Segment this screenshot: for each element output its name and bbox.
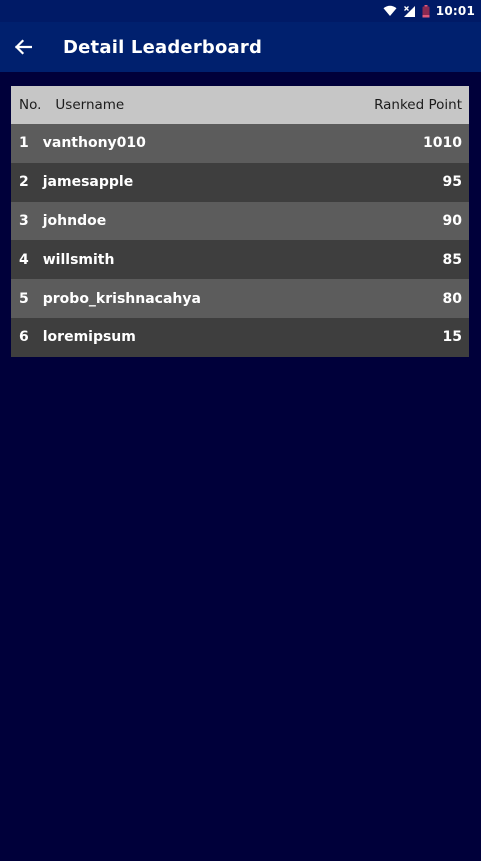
battery-icon [422,4,430,17]
row-username: loremipsum [42,329,136,346]
row-rank: 5 [19,290,29,307]
status-bar: 10:01 [0,0,481,22]
back-button[interactable] [1,25,45,69]
row-rank: 6 [19,329,29,346]
wifi-icon [383,5,397,16]
row-rank: 3 [19,212,29,229]
table-row[interactable]: 2 jamesapple 95 [11,162,469,202]
row-rank: 4 [19,251,29,268]
table-row[interactable]: 1 vanthony010 1010 [11,124,469,163]
table-row[interactable]: 6 loremipsum 15 [11,317,469,357]
signal-no-data-icon [403,5,415,17]
row-points: 85 [442,251,462,268]
row-username: probo_krishnacahya [42,290,201,307]
leaderboard-table: No. Username Ranked Point 1 vanthony010 … [11,86,469,357]
row-points: 95 [442,174,462,191]
row-points: 1010 [423,135,462,152]
row-username: vanthony010 [42,135,146,152]
arrow-left-icon [14,39,32,55]
table-row[interactable]: 3 johndoe 90 [11,201,469,241]
row-rank: 2 [19,174,29,191]
header-no: No. [19,97,42,113]
row-username: johndoe [42,212,107,229]
table-row[interactable]: 5 probo_krishnacahya 80 [11,279,469,318]
row-points: 80 [442,290,462,307]
row-points: 90 [442,212,462,229]
table-header: No. Username Ranked Point [11,86,469,124]
row-points: 15 [442,329,462,346]
header-ranked-point: Ranked Point [374,97,462,113]
status-clock: 10:01 [435,4,475,18]
row-rank: 1 [19,135,29,152]
app-bar: Detail Leaderboard [0,22,481,72]
table-row[interactable]: 4 willsmith 85 [11,240,469,280]
header-username: Username [55,97,125,113]
page-title: Detail Leaderboard [63,36,263,58]
row-username: jamesapple [42,174,134,191]
row-username: willsmith [42,251,115,268]
